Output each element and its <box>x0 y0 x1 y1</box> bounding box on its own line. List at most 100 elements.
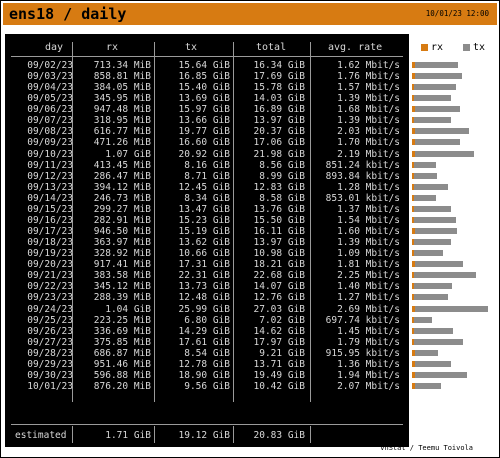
rx-bar <box>412 183 414 190</box>
header-tx: tx <box>185 42 198 53</box>
tx-bar <box>412 62 458 68</box>
rx-bar <box>412 161 414 168</box>
cell-day: 09/07/23 <box>27 115 73 127</box>
cell-rx: 596.88 MiB <box>93 369 151 381</box>
cell-rate: 1.81 Mbit/s <box>337 259 400 271</box>
estimated-total: 20.83 GiB <box>253 430 305 441</box>
rx-bar <box>412 338 414 345</box>
tx-bar <box>412 283 452 290</box>
cell-day: 09/10/23 <box>27 148 73 160</box>
cell-tx: 17.31 GiB <box>178 259 230 271</box>
cell-tx: 12.78 GiB <box>178 358 230 370</box>
tx-bar <box>412 194 436 201</box>
rx-bar <box>412 261 415 268</box>
cell-total: 8.58 GiB <box>259 192 305 204</box>
rx-bar <box>412 205 414 212</box>
cell-rx: 713.34 MiB <box>93 60 151 71</box>
table-row: 09/08/23 616.77 MiB 19.77 GiB 20.37 GiB 2.03… <box>5 126 409 137</box>
cell-rx: 318.95 MiB <box>93 115 151 127</box>
tx-bar <box>412 316 432 323</box>
table-row: 09/26/23 336.69 MiB 14.29 GiB 14.62 GiB 1.45… <box>5 326 409 337</box>
cell-tx: 15.97 GiB <box>178 104 230 116</box>
cell-total: 13.71 GiB <box>253 358 305 370</box>
rx-bar <box>412 172 414 179</box>
table-row: 09/14/23 246.73 MiB 8.34 GiB 8.58 GiB 853.01… <box>5 193 409 204</box>
cell-rate: 1.36 Mbit/s <box>337 358 400 370</box>
cell-total: 17.06 GiB <box>253 137 305 149</box>
cell-day: 09/16/23 <box>27 214 73 226</box>
cell-rx: 282.91 MiB <box>93 214 151 226</box>
header-day: day <box>45 42 64 53</box>
rx-bar <box>412 283 414 290</box>
rx-bar <box>412 349 415 356</box>
vnstat-daily-image: ens18 / daily 10/01/23 12:00 day rx tx t… <box>0 0 500 458</box>
tx-bar <box>412 349 438 356</box>
tx-bar <box>412 172 437 179</box>
cell-tx: 22.31 GiB <box>178 270 230 282</box>
cell-rx: 375.85 MiB <box>93 336 151 348</box>
table-row: 09/02/23 713.34 MiB 15.64 GiB 16.34 GiB 1.62… <box>5 60 409 71</box>
cell-rate: 1.57 Mbit/s <box>337 82 400 94</box>
cell-rx: 413.45 MiB <box>93 159 151 171</box>
cell-day: 09/26/23 <box>27 325 73 337</box>
table-row: 10/01/23 876.20 MiB 9.56 GiB 10.42 GiB 2.07 … <box>5 381 409 392</box>
cell-total: 16.11 GiB <box>253 226 305 238</box>
cell-rate: 893.84 kbit/s <box>325 170 400 182</box>
tx-bar <box>412 84 456 91</box>
cell-rx: 951.46 MiB <box>93 358 151 370</box>
table-row: 09/28/23 686.87 MiB 8.54 GiB 9.21 GiB 915.95… <box>5 348 409 359</box>
cell-tx: 14.29 GiB <box>178 325 230 337</box>
rx-bar <box>412 73 415 80</box>
cell-tx: 12.45 GiB <box>178 181 230 193</box>
cell-rx: 917.41 MiB <box>93 259 151 271</box>
cell-tx: 19.77 GiB <box>178 126 230 138</box>
tx-bar <box>412 150 474 157</box>
table-row: 09/13/23 394.12 MiB 12.45 GiB 12.83 GiB 1.28… <box>5 182 409 193</box>
cell-day: 09/04/23 <box>27 82 73 94</box>
cell-tx: 8.34 GiB <box>184 192 230 204</box>
tx-bar <box>412 106 460 113</box>
tx-bar <box>412 216 456 223</box>
cell-rate: 1.37 Mbit/s <box>337 203 400 215</box>
tx-bar <box>412 161 436 168</box>
cell-day: 09/11/23 <box>27 159 73 171</box>
vnstat-credit: vnStat / Teemu Toivola <box>380 444 473 452</box>
rx-bar <box>412 294 414 301</box>
estimated-row: estimated 1.71 GiB 19.12 GiB 20.83 GiB <box>5 430 409 441</box>
cell-rate: 915.95 kbit/s <box>325 347 400 359</box>
cell-total: 14.03 GiB <box>253 93 305 105</box>
cell-rx: 223.25 MiB <box>93 314 151 326</box>
table-row: 09/23/23 288.39 MiB 12.48 GiB 12.76 GiB 1.27… <box>5 292 409 303</box>
estimated-divider <box>11 424 403 425</box>
table-row: 09/30/23 596.88 MiB 18.90 GiB 19.49 GiB 1.94… <box>5 370 409 381</box>
cell-total: 16.89 GiB <box>253 104 305 116</box>
cell-tx: 13.62 GiB <box>178 237 230 249</box>
cell-tx: 13.69 GiB <box>178 93 230 105</box>
cell-rate: 2.25 Mbit/s <box>337 270 400 282</box>
cell-total: 14.62 GiB <box>253 325 305 337</box>
cell-total: 20.37 GiB <box>253 126 305 138</box>
rx-bar <box>412 84 414 91</box>
cell-rate: 1.09 Mbit/s <box>337 248 400 260</box>
rx-bar <box>412 316 414 323</box>
cell-day: 09/15/23 <box>27 203 73 215</box>
daily-table: day rx tx total avg. rate 09/02/23 713.34… <box>5 34 409 447</box>
tx-bar <box>412 305 488 312</box>
cell-day: 09/17/23 <box>27 226 73 238</box>
cell-tx: 16.85 GiB <box>178 71 230 83</box>
cell-tx: 13.47 GiB <box>178 203 230 215</box>
cell-day: 09/30/23 <box>27 369 73 381</box>
cell-rate: 853.01 kbit/s <box>325 192 400 204</box>
cell-total: 12.76 GiB <box>253 292 305 304</box>
cell-total: 7.02 GiB <box>259 314 305 326</box>
rx-bar <box>412 305 415 312</box>
table-row: 09/17/23 946.50 MiB 15.19 GiB 16.11 GiB 1.60… <box>5 226 409 237</box>
cell-total: 12.83 GiB <box>253 181 305 193</box>
cell-rate: 1.27 Mbit/s <box>337 292 400 304</box>
cell-day: 09/18/23 <box>27 237 73 249</box>
cell-total: 15.78 GiB <box>253 82 305 94</box>
tx-bar <box>412 128 469 135</box>
rx-bar <box>412 360 415 367</box>
rx-bar <box>412 216 414 223</box>
rx-legend-label: rx <box>431 42 444 53</box>
